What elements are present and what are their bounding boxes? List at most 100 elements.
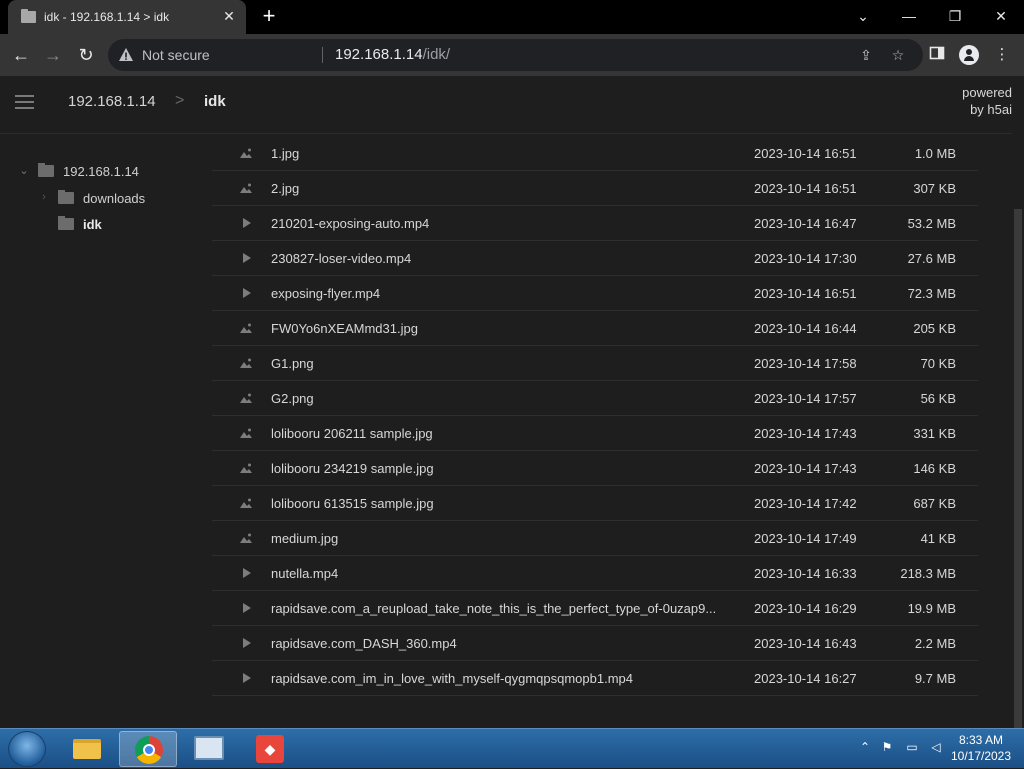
taskbar-chrome[interactable] — [119, 731, 177, 767]
reload-button[interactable]: ↻ — [74, 43, 98, 67]
file-row[interactable]: medium.jpg 2023-10-14 17:49 41 KB — [212, 521, 978, 556]
file-row[interactable]: lolibooru 206211 sample.jpg 2023-10-14 17… — [212, 416, 978, 451]
file-size: 56 KB — [920, 391, 956, 406]
file-name[interactable]: lolibooru 613515 sample.jpg — [271, 496, 434, 511]
file-date: 2023-10-14 17:58 — [754, 356, 857, 371]
file-name[interactable]: exposing-flyer.mp4 — [271, 286, 380, 301]
file-date: 2023-10-14 16:27 — [754, 671, 857, 686]
breadcrumb-separator: > — [175, 92, 185, 109]
restore-button[interactable]: ❐ — [944, 6, 966, 26]
breadcrumb-current[interactable]: idk — [204, 93, 226, 110]
file-size: 53.2 MB — [907, 216, 956, 231]
more-menu-icon[interactable]: ⋮ — [992, 45, 1012, 65]
network-icon[interactable]: ▭ — [904, 740, 920, 756]
forward-button[interactable]: → — [41, 43, 65, 67]
taskbar-clock[interactable]: 8:33 AM 10/17/2023 — [948, 732, 1014, 764]
file-name[interactable]: 210201-exposing-auto.mp4 — [271, 216, 429, 231]
taskbar-explorer[interactable] — [58, 731, 116, 767]
file-row[interactable]: rapidsave.com_im_in_love_with_myself-qyg… — [212, 661, 978, 696]
file-size: 687 KB — [913, 496, 956, 511]
file-row[interactable]: 2.jpg 2023-10-14 16:51 307 KB — [212, 171, 978, 206]
warning-icon[interactable] — [118, 47, 134, 63]
file-row[interactable]: lolibooru 613515 sample.jpg 2023-10-14 17… — [212, 486, 978, 521]
expand-caret-icon[interactable]: ⌄ — [18, 164, 30, 177]
image-file-icon — [240, 148, 252, 158]
file-name[interactable]: rapidsave.com_im_in_love_with_myself-qyg… — [271, 671, 633, 686]
tab-search-chevron-icon[interactable]: ⌄ — [852, 6, 874, 26]
folder-icon — [58, 216, 74, 230]
taskbar-remote-desktop[interactable] — [180, 731, 238, 767]
address-bar[interactable]: Not secure 192.168.1.14/idk/ ⇪ ☆ — [108, 39, 923, 71]
file-size: 9.7 MB — [914, 671, 956, 686]
action-center-icon[interactable]: ⚑ — [879, 740, 895, 756]
tab-title: idk - 192.168.1.14 > idk — [44, 10, 170, 24]
file-row[interactable]: 1.jpg 2023-10-14 16:51 1.0 MB — [212, 136, 978, 171]
url-host: 192.168.1.14 — [335, 46, 423, 63]
file-name[interactable]: G2.png — [271, 391, 314, 406]
powered-line1: powered — [962, 85, 1012, 100]
close-window-button[interactable]: ✕ — [990, 6, 1012, 26]
file-date: 2023-10-14 16:51 — [754, 181, 857, 196]
file-row[interactable]: nutella.mp4 2023-10-14 16:33 218.3 MB — [212, 556, 978, 591]
file-name[interactable]: rapidsave.com_DASH_360.mp4 — [271, 636, 457, 651]
file-name[interactable]: 230827-loser-video.mp4 — [271, 251, 411, 266]
video-play-icon — [243, 638, 251, 648]
file-date: 2023-10-14 17:57 — [754, 391, 857, 406]
new-tab-button[interactable]: + — [258, 5, 280, 28]
bookmark-star-icon[interactable]: ☆ — [888, 45, 908, 65]
file-name[interactable]: lolibooru 206211 sample.jpg — [271, 426, 433, 441]
scrollbar-thumb[interactable] — [1014, 209, 1022, 728]
side-panel-icon[interactable] — [927, 45, 947, 65]
file-name[interactable]: nutella.mp4 — [271, 566, 338, 581]
file-name[interactable]: 2.jpg — [271, 181, 299, 196]
file-name[interactable]: rapidsave.com_a_reupload_take_note_this_… — [271, 601, 716, 616]
video-play-icon — [243, 288, 251, 298]
file-size: 1.0 MB — [914, 146, 956, 161]
file-date: 2023-10-14 16:29 — [754, 601, 857, 616]
windows-taskbar: ◆ ⌃ ⚑ ▭ ◁ 8:33 AM 10/17/2023 — [0, 728, 1024, 768]
tree-item-root[interactable]: ⌄ 192.168.1.14 — [18, 161, 198, 185]
browser-tab-strip: idk - 192.168.1.14 > idk ✕ + ⌄ — ❐ ✕ — [0, 0, 1024, 34]
file-row[interactable]: exposing-flyer.mp4 2023-10-14 16:51 72.3 M… — [212, 276, 978, 311]
file-size: 2.2 MB — [914, 636, 956, 651]
volume-muted-icon[interactable]: ◁ — [928, 740, 944, 756]
collapsed-caret-icon[interactable]: › — [38, 191, 50, 203]
back-button[interactable]: ← — [9, 43, 33, 67]
powered-by-link[interactable]: powered by h5ai — [932, 84, 1012, 118]
file-size: 41 KB — [920, 531, 956, 546]
scrollbar[interactable] — [1012, 134, 1024, 728]
profile-avatar-icon[interactable] — [959, 45, 979, 65]
file-row[interactable]: FW0Yo6nXEAMmd31.jpg 2023-10-14 16:44 205 K… — [212, 311, 978, 346]
file-name[interactable]: 1.jpg — [271, 146, 299, 161]
browser-tab[interactable]: idk - 192.168.1.14 > idk ✕ — [8, 0, 246, 34]
file-name[interactable]: lolibooru 234219 sample.jpg — [271, 461, 434, 476]
image-file-icon — [240, 323, 252, 333]
file-date: 2023-10-14 16:51 — [754, 286, 857, 301]
security-label[interactable]: Not secure — [142, 47, 210, 63]
tree-item-downloads[interactable]: › downloads — [38, 188, 198, 212]
file-name[interactable]: medium.jpg — [271, 531, 338, 546]
file-name[interactable]: G1.png — [271, 356, 314, 371]
image-file-icon — [240, 393, 252, 403]
minimize-button[interactable]: — — [898, 6, 920, 26]
file-row[interactable]: G2.png 2023-10-14 17:57 56 KB — [212, 381, 978, 416]
close-tab-icon[interactable]: ✕ — [220, 7, 238, 25]
file-row[interactable]: lolibooru 234219 sample.jpg 2023-10-14 17… — [212, 451, 978, 486]
file-row[interactable]: rapidsave.com_a_reupload_take_note_this_… — [212, 591, 978, 626]
file-date: 2023-10-14 16:47 — [754, 216, 857, 231]
file-date: 2023-10-14 17:42 — [754, 496, 857, 511]
file-row[interactable]: 230827-loser-video.mp4 2023-10-14 17:30 27… — [212, 241, 978, 276]
url-text[interactable]: 192.168.1.14/idk/ — [335, 46, 450, 63]
file-row[interactable]: 210201-exposing-auto.mp4 2023-10-14 16:47… — [212, 206, 978, 241]
clock-date: 10/17/2023 — [950, 749, 1012, 763]
file-name[interactable]: FW0Yo6nXEAMmd31.jpg — [271, 321, 418, 336]
menu-icon[interactable] — [15, 95, 34, 109]
breadcrumb-root[interactable]: 192.168.1.14 — [68, 93, 156, 110]
tree-item-idk[interactable]: idk — [38, 214, 198, 238]
share-icon[interactable]: ⇪ — [856, 45, 876, 65]
file-row[interactable]: G1.png 2023-10-14 17:58 70 KB — [212, 346, 978, 381]
file-row[interactable]: rapidsave.com_DASH_360.mp4 2023-10-14 16:… — [212, 626, 978, 661]
taskbar-anydesk[interactable]: ◆ — [241, 731, 299, 767]
start-button[interactable] — [8, 731, 46, 767]
show-hidden-icons-icon[interactable]: ⌃ — [857, 740, 873, 756]
